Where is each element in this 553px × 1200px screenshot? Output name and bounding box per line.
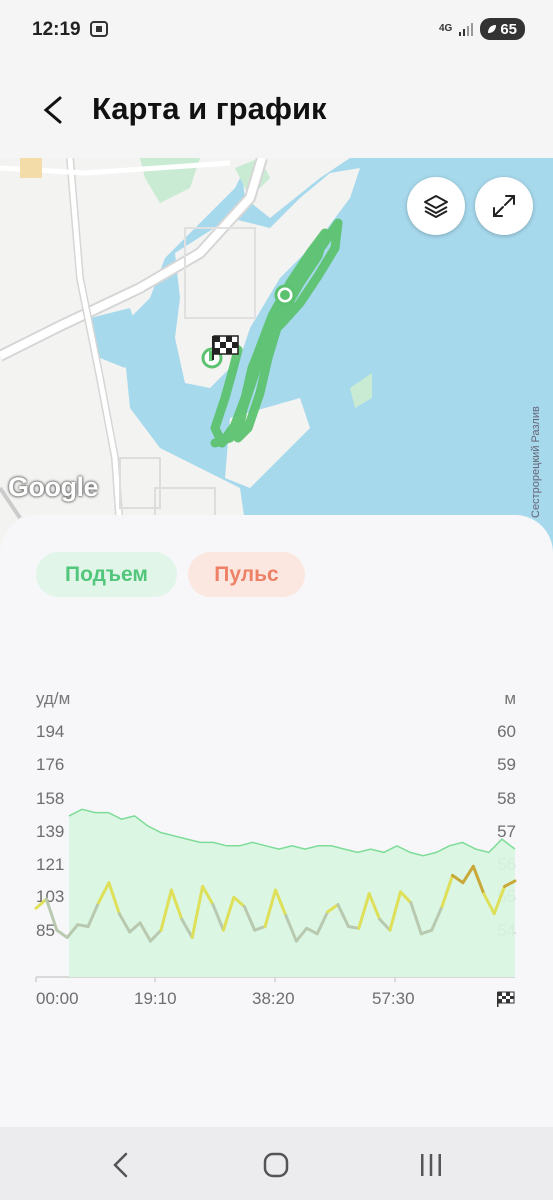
nav-recents-button[interactable] [411,1145,451,1185]
status-time: 12:19 [32,19,81,40]
x-tick: 19:10 [134,989,177,1008]
map-place-label: Сестрорецкий Разлив [530,406,542,518]
x-tick: 57:30 [372,989,415,1008]
battery-indicator: 65 [480,18,525,40]
layers-icon [424,195,448,218]
pulse-segment [346,925,361,930]
chart: уд/м м 194 176 158 139 121 103 85 60 59 … [0,685,553,1025]
x-tick: 00:00 [36,989,79,1008]
network-type: 4G [438,23,453,34]
google-logo: Google [8,472,99,502]
pulse-segment [55,928,69,939]
nav-home-button[interactable] [256,1145,296,1185]
status-bar: 12:19 4G 65 [0,0,553,60]
pulse-segment [44,897,59,932]
expand-icon [493,195,515,217]
map-expand-button[interactable] [475,177,533,235]
finish-flag-icon [497,991,515,1007]
system-nav-bar [0,1127,553,1200]
back-arrow-icon[interactable] [36,90,72,130]
chart-sheet: Подъем Пульс уд/м м 194 176 158 139 121 … [0,515,553,1127]
x-tick: 38:20 [252,989,295,1008]
tab-elevation[interactable]: Подъем [36,552,177,597]
chart-plot [34,808,517,982]
map-layers-button[interactable] [407,177,465,235]
home-nav-icon [263,1152,289,1178]
recents-nav-icon [421,1154,441,1176]
pulse-segment [76,923,90,928]
battery-leaf-icon [488,25,497,33]
nav-back-button[interactable] [101,1145,141,1185]
pulse-segment [34,897,48,910]
status-indicators: 4G 65 [439,18,525,40]
screenshot-icon [90,21,108,37]
battery-level: 65 [500,20,517,38]
tab-pulse[interactable]: Пульс [188,552,305,597]
back-nav-icon [113,1152,128,1178]
app-header: Карта и график [0,60,553,158]
page-title: Карта и график [92,91,327,126]
signal-icon [459,23,474,36]
screen: 12:19 4G 65 Карта и график Google Сестро… [0,0,553,1200]
route-map[interactable]: Google Сестрорецкий Разлив [0,158,553,558]
